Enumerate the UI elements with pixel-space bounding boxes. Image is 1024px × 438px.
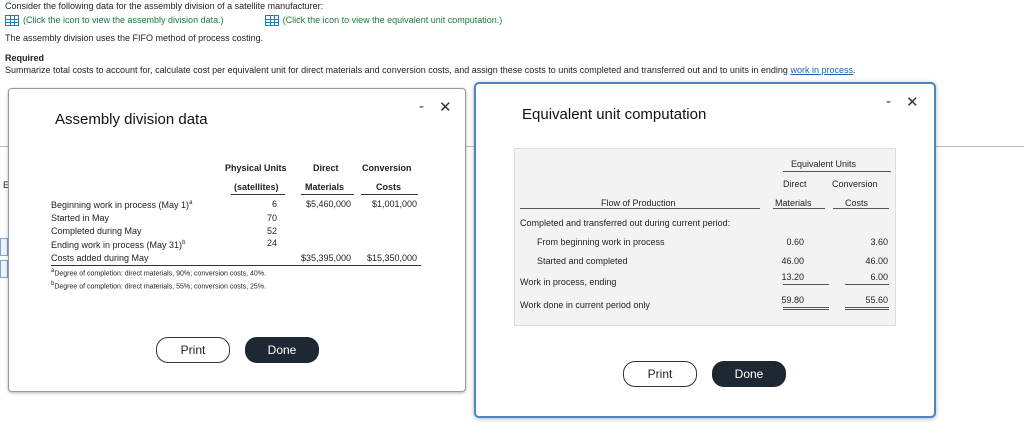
dm-started-completed: 46.00 <box>781 256 804 266</box>
footnote-a: aDegree of completion: direct materials,… <box>51 268 266 277</box>
answer-input[interactable] <box>0 260 8 278</box>
row-label-from-beginning: From beginning work in process <box>537 237 665 247</box>
total-rule <box>845 309 889 310</box>
conv-beginning: $1,001,000 <box>371 199 417 209</box>
flow-header: Flow of Production <box>601 198 676 208</box>
total-rule <box>845 284 889 285</box>
dm-added: $35,395,000 <box>300 253 351 263</box>
equivalent-unit-link[interactable]: (Click the icon to view the equivalent u… <box>283 15 503 25</box>
print-button[interactable]: Print <box>156 337 230 363</box>
footnote-a-text: Degree of completion: direct materials, … <box>54 270 266 278</box>
conv-wip-ending: 6.00 <box>870 272 888 282</box>
col-header-dm-sub: Materials <box>305 182 345 192</box>
header-group: Equivalent Units <box>791 159 857 169</box>
footnote-b: bDegree of completion: direct materials,… <box>51 281 266 290</box>
dialog-title: Equivalent unit computation <box>522 106 707 123</box>
work-in-process-link[interactable]: work in process <box>790 65 853 75</box>
col-header-conv-sub: Costs <box>376 182 402 192</box>
header-rule <box>231 194 285 195</box>
dm-beginning: $5,460,000 <box>305 199 351 209</box>
row-label-started-completed: Started and completed <box>537 256 628 266</box>
instruction-body: Summarize total costs to account for, ca… <box>5 65 788 75</box>
units-ending: 24 <box>266 238 277 248</box>
dialog-title: Assembly division data <box>55 111 208 128</box>
row-label-current-period: Work done in current period only <box>520 300 650 310</box>
section-completed: Completed and transferred out during cur… <box>520 218 731 228</box>
dm-from-beginning: 0.60 <box>786 237 804 247</box>
conv-from-beginning: 3.60 <box>870 237 888 247</box>
assembly-data-link[interactable]: (Click the icon to view the assembly div… <box>23 15 224 25</box>
footnote-b-text: Degree of completion: direct materials, … <box>54 283 266 291</box>
units-completed: 52 <box>266 226 277 236</box>
done-button[interactable]: Done <box>712 361 786 387</box>
row-label-started: Started in May <box>51 213 110 223</box>
col-dm-2: Materials <box>775 198 812 208</box>
row-label-costs-added: Costs added during May <box>51 253 149 263</box>
equivalent-unit-table: Equivalent Units Direct Conversion Flow … <box>514 148 896 326</box>
footnote-marker: b <box>182 240 186 246</box>
print-button[interactable]: Print <box>623 361 697 387</box>
row-label-beginning-wip: Beginning work in process (May 1) <box>51 200 190 210</box>
col-dm-1: Direct <box>783 179 807 189</box>
total-rule <box>845 307 889 308</box>
dm-current-period: 59.80 <box>781 295 804 305</box>
total-rule <box>783 284 829 285</box>
table-icon[interactable] <box>264 15 279 27</box>
minimize-button[interactable]: - <box>886 93 891 110</box>
instruction-end: . <box>852 65 856 75</box>
assembly-division-dialog: Assembly division data - ✕ Physical Unit… <box>8 88 466 392</box>
intro-text: Consider the following data for the asse… <box>5 1 324 11</box>
table-row-label: Ending work in process (May 31)b <box>51 240 185 250</box>
row-label-ending-wip: Ending work in process (May 31) <box>51 240 183 250</box>
row-label-wip-ending: Work in process, ending <box>520 277 617 287</box>
header-rule <box>783 171 891 172</box>
total-rule <box>783 307 829 308</box>
close-icon[interactable]: ✕ <box>906 93 919 111</box>
row-label-completed: Completed during May <box>51 226 142 236</box>
table-bottom-rule <box>51 265 421 266</box>
conv-current-period: 55.60 <box>865 295 888 305</box>
equivalent-unit-dialog: Equivalent unit computation - ✕ Equivale… <box>474 82 936 418</box>
instruction-text: Summarize total costs to account for, ca… <box>5 65 856 75</box>
answer-input[interactable] <box>0 238 8 256</box>
links-row: (Click the icon to view the assembly div… <box>5 15 503 27</box>
conv-started-completed: 46.00 <box>865 256 888 266</box>
minimize-button[interactable]: - <box>419 98 424 115</box>
col-header-physical: Physical Units <box>225 163 287 173</box>
units-started: 70 <box>266 213 277 223</box>
col-header-dm: Direct <box>313 163 339 173</box>
header-rule <box>361 194 418 195</box>
fifo-text: The assembly division uses the FIFO meth… <box>5 33 264 43</box>
dm-wip-ending: 13.20 <box>781 272 804 282</box>
conv-added: $15,350,000 <box>366 253 417 263</box>
units-beginning: 6 <box>271 199 277 209</box>
col-conv-2: Costs <box>845 198 869 208</box>
col-conv-1: Conversion <box>832 179 878 189</box>
table-row-label: Beginning work in process (May 1)a <box>51 200 192 210</box>
header-rule <box>301 194 354 195</box>
close-icon[interactable]: ✕ <box>439 98 452 116</box>
col-header-conv: Conversion <box>362 163 412 173</box>
col-header-physical-sub: (satellites) <box>234 182 279 192</box>
header-rule <box>833 208 889 209</box>
done-button[interactable]: Done <box>245 337 319 363</box>
table-icon[interactable] <box>5 15 19 27</box>
header-rule <box>520 208 760 209</box>
footnote-marker: a <box>189 200 193 206</box>
header-rule <box>773 208 825 209</box>
assembly-data-table: Physical Units (satellites) Direct Mater… <box>51 160 421 318</box>
total-rule <box>783 309 829 310</box>
required-heading: Required <box>5 53 45 63</box>
